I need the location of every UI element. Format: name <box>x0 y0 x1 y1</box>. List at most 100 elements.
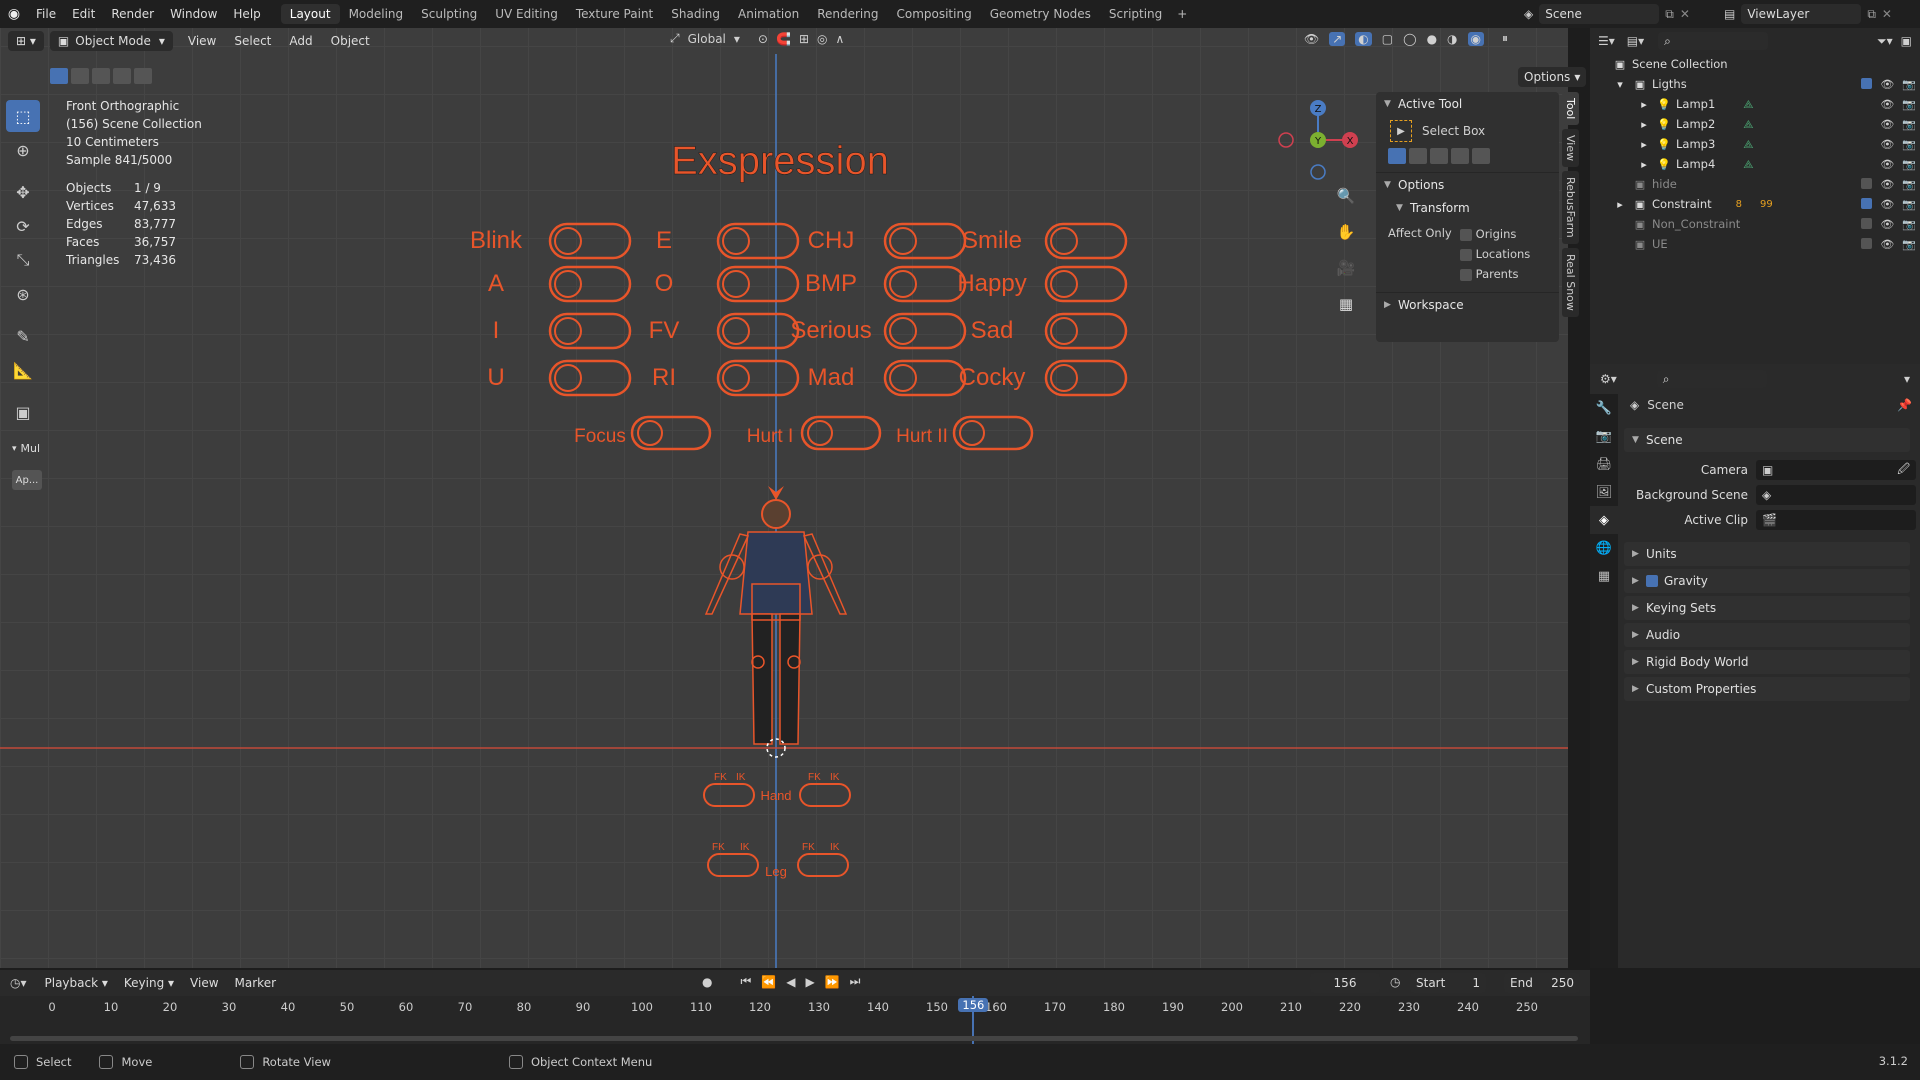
chevron-down-icon[interactable]: ▾ <box>1904 372 1910 386</box>
select-box-row[interactable]: ▶ Select Box <box>1376 116 1559 146</box>
menu-add[interactable]: Add <box>280 34 321 48</box>
menu-view[interactable]: View <box>182 976 226 990</box>
gizmo-toggle-icon[interactable]: ↗ <box>1329 31 1346 46</box>
light-data-icon[interactable]: ⟁ <box>1743 157 1753 172</box>
rendered-shading-icon[interactable]: ◉ <box>1467 31 1485 46</box>
viewlayer-name-field[interactable]: ViewLayer <box>1741 4 1862 24</box>
expression-slider-knob[interactable] <box>1050 364 1078 392</box>
expression-control[interactable]: Blink <box>470 222 632 260</box>
menu-edit[interactable]: Edit <box>64 0 103 28</box>
expression-control[interactable]: BMP <box>805 265 967 303</box>
mode-subtract-icon[interactable] <box>1430 148 1448 164</box>
scene-section-header[interactable]: ▼ Scene <box>1624 428 1910 452</box>
camera-render-icon[interactable]: 📷 <box>1902 98 1916 111</box>
light-data-icon[interactable]: ⟁ <box>1743 117 1753 132</box>
mode-intersect-icon[interactable] <box>1472 148 1490 164</box>
expression-slider-knob[interactable] <box>807 420 833 446</box>
expression-slider-knob[interactable] <box>554 364 582 392</box>
prev-keyframe-icon[interactable]: ⏪ <box>761 975 776 989</box>
eye-icon[interactable]: 👁 <box>1880 78 1894 91</box>
playhead-frame-label[interactable]: 156 <box>958 998 989 1012</box>
view-layer-tab-icon[interactable]: 🖼 <box>1590 478 1618 506</box>
section-gravity[interactable]: ▶ Gravity <box>1624 569 1910 593</box>
outliner-item-lamp3[interactable]: ▸ 💡 Lamp3 ⟁ 👁 📷 <box>1590 134 1920 154</box>
tab-sculpting[interactable]: Sculpting <box>412 4 486 24</box>
expression-slider-knob[interactable] <box>637 420 663 446</box>
leg-controls[interactable]: Leg FK IK FK IK <box>707 842 849 879</box>
transform-subheader[interactable]: ▼ Transform <box>1376 196 1559 220</box>
workspace-header[interactable]: ▶ Workspace <box>1376 292 1559 316</box>
section-custom-properties[interactable]: ▶ Custom Properties <box>1624 677 1910 701</box>
expression-control[interactable]: Mad <box>808 359 967 397</box>
transform-orientation-dropdown[interactable]: Global <box>688 32 726 46</box>
expression-slider-knob[interactable] <box>889 317 917 345</box>
snap-icon[interactable]: 🧲 <box>776 32 791 46</box>
viewlayer-icon[interactable]: ▤ <box>1724 7 1735 21</box>
camera-render-icon[interactable]: 📷 <box>1902 178 1916 191</box>
menu-object[interactable]: Object <box>322 34 379 48</box>
texture-tab-icon[interactable]: ▦ <box>1590 562 1618 590</box>
expression-control[interactable]: Smile <box>962 222 1128 260</box>
eye-icon[interactable]: 👁 <box>1880 178 1894 191</box>
section-rigid-body-world[interactable]: ▶ Rigid Body World <box>1624 650 1910 674</box>
mode-extend-icon[interactable] <box>1409 148 1427 164</box>
xray-icon[interactable]: ▢ <box>1382 32 1393 46</box>
tab-scripting[interactable]: Scripting <box>1100 4 1171 24</box>
tab-view[interactable]: View <box>1562 129 1579 168</box>
new-collection-icon[interactable]: ▣ <box>1901 34 1912 48</box>
expression-slider-knob[interactable] <box>554 317 582 345</box>
chevron-down-icon[interactable]: ▾ <box>1612 78 1628 91</box>
editor-type-icon[interactable]: ⚙▾ <box>1600 372 1617 386</box>
scene-tab-icon[interactable]: ◈ <box>1590 506 1618 534</box>
timeline-scrollbar[interactable] <box>10 1036 1578 1041</box>
section-audio[interactable]: ▶ Audio <box>1624 623 1910 647</box>
expression-control[interactable]: CHJ <box>808 222 967 260</box>
exclude-checkbox[interactable] <box>1861 177 1873 189</box>
falloff-icon[interactable]: ∧ <box>835 32 844 46</box>
editor-type-icon[interactable]: ◷▾ <box>10 976 27 990</box>
camera-render-icon[interactable]: 📷 <box>1902 158 1916 171</box>
camera-render-icon[interactable]: 📷 <box>1902 238 1916 251</box>
expression-control[interactable]: I <box>493 312 632 350</box>
gravity-checkbox[interactable] <box>1646 575 1658 587</box>
eye-icon[interactable]: 👁 <box>1880 138 1894 151</box>
hand-controls[interactable]: Hand FK IK FK IK <box>703 772 851 807</box>
scene-name-field[interactable]: Scene <box>1539 4 1660 24</box>
camera-render-icon[interactable]: 📷 <box>1902 78 1916 91</box>
menu-file[interactable]: File <box>28 0 64 28</box>
delete-viewlayer-icon[interactable]: ✕ <box>1882 7 1892 21</box>
expression-slider-knob[interactable] <box>1050 227 1078 255</box>
camera-render-icon[interactable]: 📷 <box>1902 118 1916 131</box>
parents-checkbox[interactable]: Parents <box>1460 264 1530 284</box>
expression-slider-knob[interactable] <box>1050 270 1078 298</box>
proportional-edit-icon[interactable]: ◎ <box>817 32 827 46</box>
menu-view[interactable]: View <box>179 34 225 48</box>
eyedropper-icon[interactable]: 🖉 <box>1897 460 1910 481</box>
expression-slider-knob[interactable] <box>554 227 582 255</box>
outliner-item-ligths[interactable]: ▾ ▣ Ligths 👁 📷 <box>1590 74 1920 94</box>
outliner-item-lamp4[interactable]: ▸ 💡 Lamp4 ⟁ 👁 📷 <box>1590 154 1920 174</box>
tab-geometry-nodes[interactable]: Geometry Nodes <box>981 4 1100 24</box>
add-workspace-icon[interactable]: + <box>1171 7 1193 21</box>
eye-icon[interactable]: 👁 <box>1880 238 1894 251</box>
tab-uv-editing[interactable]: UV Editing <box>486 4 567 24</box>
solid-shading-icon[interactable]: ● <box>1427 32 1437 46</box>
record-icon[interactable]: ● <box>702 975 712 989</box>
tab-texture-paint[interactable]: Texture Paint <box>567 4 662 24</box>
display-mode-icon[interactable]: ▤▾ <box>1627 34 1644 48</box>
camera-render-icon[interactable]: 📷 <box>1902 198 1916 211</box>
material-shading-icon[interactable]: ◑ <box>1447 32 1457 46</box>
jump-start-icon[interactable]: ⏮ <box>740 974 751 989</box>
mode-invert-icon[interactable] <box>1451 148 1469 164</box>
start-frame-field[interactable]: Start 1 <box>1410 973 1486 993</box>
copy-scene-icon[interactable]: ⧉ <box>1665 7 1674 22</box>
clock-icon[interactable]: ◷ <box>1390 975 1400 989</box>
outliner-item-lamp2[interactable]: ▸ 💡 Lamp2 ⟁ 👁 📷 <box>1590 114 1920 134</box>
menu-select[interactable]: Select <box>225 34 280 48</box>
play-reverse-icon[interactable]: ◀ <box>786 975 795 989</box>
snap-grid-icon[interactable]: ⊞ <box>799 32 809 46</box>
exclude-checkbox[interactable] <box>1861 217 1873 229</box>
tab-animation[interactable]: Animation <box>729 4 808 24</box>
pin-icon[interactable]: 📌 <box>1897 398 1912 412</box>
expression-control[interactable]: Hurt I <box>747 415 882 451</box>
